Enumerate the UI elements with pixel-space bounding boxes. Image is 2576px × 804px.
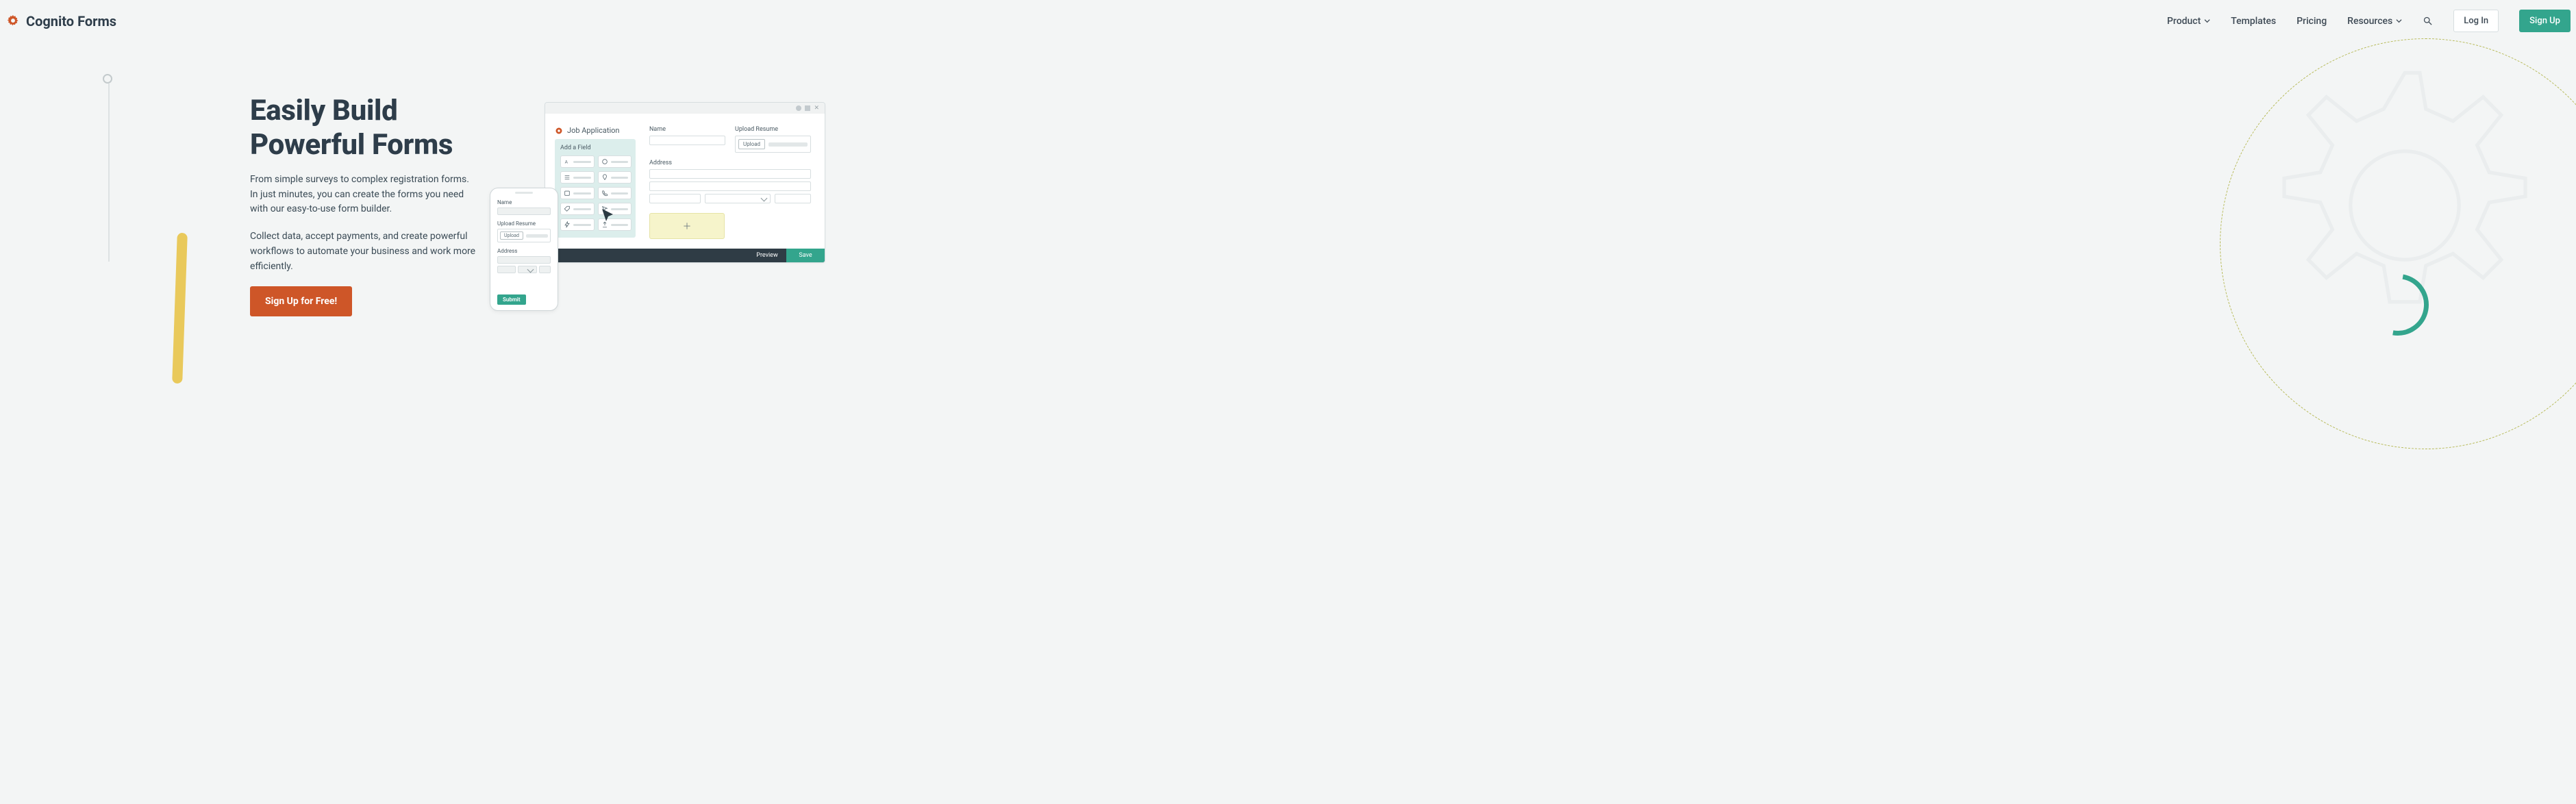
pin-icon <box>601 174 608 181</box>
window-titlebar: ✕ <box>545 103 825 114</box>
address-city-input[interactable] <box>649 194 701 203</box>
site-header: Cognito Forms Product Templates Pricing … <box>0 0 2576 32</box>
gear-icon <box>555 127 563 135</box>
field-name-label: Name <box>649 126 725 133</box>
hero-copy: Easily Build Powerful Forms From simple … <box>250 94 476 316</box>
phone-field-address: Address <box>497 248 551 273</box>
name-input[interactable] <box>649 136 725 145</box>
gear-icon <box>5 14 21 29</box>
palette-item-phone[interactable] <box>598 187 632 199</box>
search-button[interactable] <box>2423 16 2433 26</box>
builder-window: ✕ Job Application Add a Field A <box>545 102 825 263</box>
palette-item-tag[interactable] <box>560 203 595 215</box>
phone-address-label: Address <box>497 248 551 254</box>
phone-upload-box[interactable]: Upload <box>497 229 551 242</box>
bolt-icon <box>564 221 571 228</box>
address-line1-input[interactable] <box>649 169 811 179</box>
window-maximize-icon <box>805 105 810 111</box>
smile-icon <box>601 158 608 165</box>
preview-button[interactable]: Preview <box>748 249 786 262</box>
field-name: Name <box>649 126 725 153</box>
plus-icon <box>682 221 692 231</box>
phone-preview: Name Upload Resume Upload Address S <box>490 188 558 311</box>
form-canvas: Name Upload Resume Upload Address <box>649 126 811 239</box>
login-button[interactable]: Log In <box>2453 10 2499 32</box>
form-title-label: Job Application <box>567 126 620 135</box>
address-line2-input[interactable] <box>649 181 811 191</box>
search-icon <box>2423 16 2433 26</box>
brand-logo[interactable]: Cognito Forms <box>5 13 116 29</box>
phone-upload-label: Upload Resume <box>497 221 551 227</box>
hero-section: Easily Build Powerful Forms From simple … <box>0 94 2576 316</box>
address-zip-input[interactable] <box>775 194 811 203</box>
window-close-icon: ✕ <box>814 105 819 112</box>
form-title: Job Application <box>555 126 636 135</box>
palette-item-list[interactable] <box>560 171 595 184</box>
nav-templates-label: Templates <box>2231 16 2276 27</box>
signup-button[interactable]: Sign Up <box>2519 10 2571 32</box>
palette-item-location[interactable] <box>598 171 632 184</box>
phone-field-name: Name <box>497 199 551 215</box>
phone-address-city[interactable] <box>497 266 516 273</box>
primary-nav: Product Templates Pricing Resources Log … <box>2167 10 2571 32</box>
phone-address-state[interactable] <box>518 266 536 273</box>
nav-pricing-label: Pricing <box>2297 16 2327 27</box>
tag-icon <box>564 205 571 212</box>
phone-name-input[interactable] <box>497 208 551 215</box>
hero-paragraph-1: From simple surveys to complex registrat… <box>250 173 476 217</box>
nav-resources[interactable]: Resources <box>2347 16 2402 27</box>
phone-upload-button[interactable]: Upload <box>500 231 523 240</box>
palette-item-date[interactable] <box>560 187 595 199</box>
nav-product[interactable]: Product <box>2167 16 2210 27</box>
chevron-down-icon <box>2396 18 2402 24</box>
field-address-label: Address <box>649 160 811 166</box>
palette-item-bolt[interactable] <box>560 218 595 231</box>
save-button[interactable]: Save <box>786 249 825 262</box>
text-icon: A <box>564 158 571 165</box>
nav-resources-label: Resources <box>2347 16 2392 27</box>
nav-product-label: Product <box>2167 16 2201 27</box>
palette-item-face[interactable] <box>598 155 632 168</box>
phone-icon <box>601 190 608 197</box>
svg-text:A: A <box>565 160 568 165</box>
upload-box[interactable]: Upload <box>735 136 811 153</box>
phone-address-zip[interactable] <box>539 266 551 273</box>
hero-paragraph-2: Collect data, accept payments, and creat… <box>250 229 476 274</box>
mouse-cursor-icon <box>600 208 616 224</box>
signup-free-button[interactable]: Sign Up for Free! <box>250 286 352 316</box>
add-field-dropzone[interactable] <box>649 213 725 239</box>
phone-submit-button[interactable]: Submit <box>497 294 526 305</box>
window-minimize-icon <box>796 105 801 111</box>
builder-footer: Preview Save <box>545 249 825 262</box>
upload-button[interactable]: Upload <box>738 139 765 149</box>
chevron-down-icon <box>2204 18 2210 24</box>
brand-name: Cognito Forms <box>26 13 116 29</box>
phone-name-label: Name <box>497 199 551 205</box>
palette-title: Add a Field <box>560 145 632 151</box>
phone-address-line1[interactable] <box>497 256 551 264</box>
phone-field-upload: Upload Resume Upload <box>497 221 551 242</box>
palette-item-text[interactable]: A <box>560 155 595 168</box>
nav-templates[interactable]: Templates <box>2231 16 2276 27</box>
upload-placeholder-bar <box>768 142 808 147</box>
nav-pricing[interactable]: Pricing <box>2297 16 2327 27</box>
field-address: Address <box>649 160 811 203</box>
field-palette: Add a Field A <box>555 139 636 238</box>
builder-illustration: ✕ Job Application Add a Field A <box>545 102 825 263</box>
list-icon <box>564 174 571 181</box>
field-upload-resume: Upload Resume Upload <box>735 126 811 153</box>
hero-headline: Easily Build Powerful Forms <box>250 94 476 162</box>
field-upload-resume-label: Upload Resume <box>735 126 811 133</box>
calendar-icon <box>564 190 571 197</box>
phone-upload-bar <box>526 234 548 238</box>
address-state-select[interactable] <box>705 194 771 203</box>
